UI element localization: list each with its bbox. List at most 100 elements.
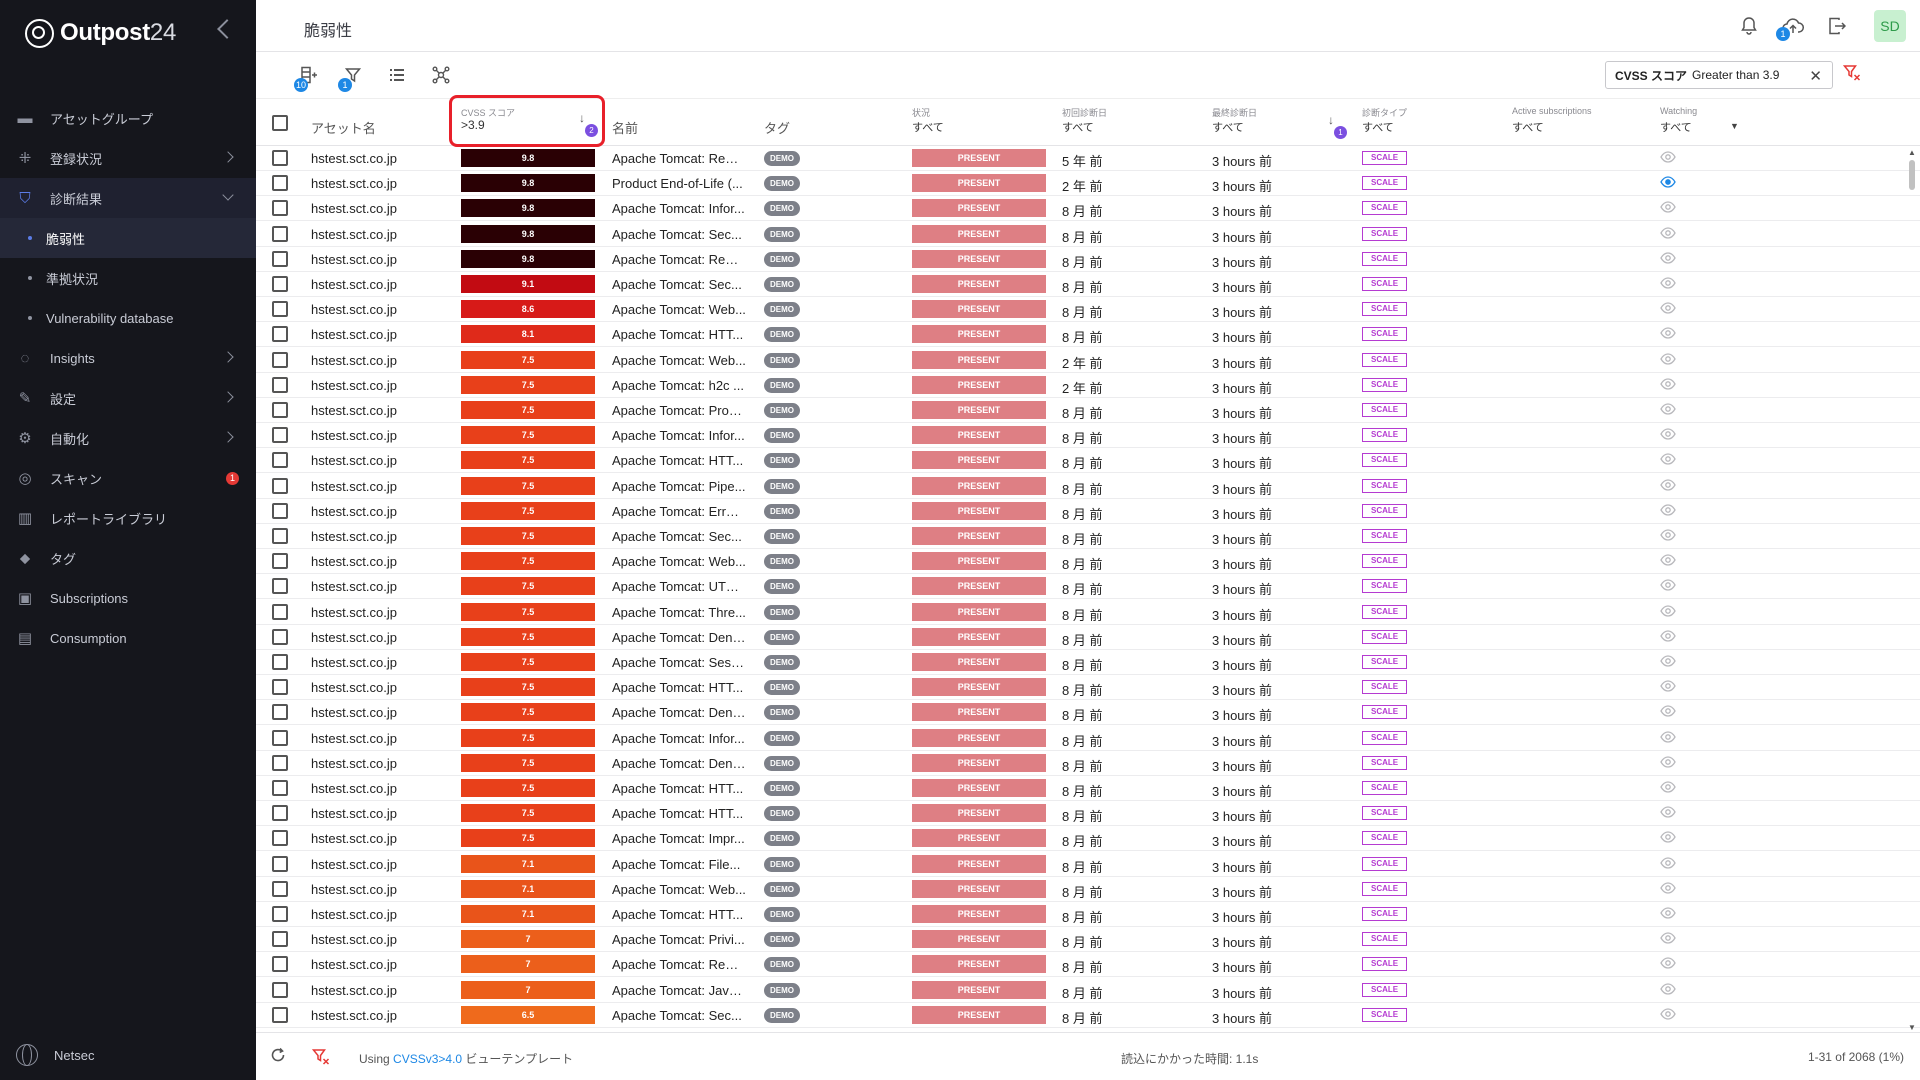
vulnerability-name[interactable]: Apache Tomcat: Deni... [612, 705, 746, 720]
vulnerability-name[interactable]: Apache Tomcat: Infor... [612, 201, 746, 216]
row-checkbox[interactable] [272, 553, 288, 570]
watch-eye-icon[interactable] [1660, 453, 1676, 466]
tag-chip[interactable]: DEMO [764, 403, 800, 418]
row-checkbox[interactable] [272, 326, 288, 343]
sidebar-item-12[interactable]: ▣ Subscriptions [0, 578, 256, 618]
column-status[interactable]: 状況 すべて [912, 99, 1052, 147]
sidebar-item-11[interactable]: ⬥ タグ [0, 538, 256, 578]
column-asset[interactable]: アセット名 [311, 99, 451, 147]
tag-chip[interactable]: DEMO [764, 302, 800, 318]
tag-chip[interactable]: DEMO [764, 831, 800, 847]
tag-chip[interactable]: DEMO [764, 932, 800, 948]
asset-name[interactable]: hstest.sct.co.jp [311, 353, 397, 368]
table-row[interactable]: hstest.sct.co.jp 7.5 Apache Tomcat: HTT...… [256, 776, 1920, 801]
upload-button[interactable]: 1 [1776, 15, 1804, 41]
asset-name[interactable]: hstest.sct.co.jp [311, 554, 397, 569]
table-row[interactable]: hstest.sct.co.jp 6.5 Apache Tomcat: Sec...… [256, 1003, 1920, 1028]
vulnerability-name[interactable]: Apache Tomcat: UTF-... [612, 579, 746, 594]
table-row[interactable]: hstest.sct.co.jp 7.5 Apache Tomcat: Infor.… [256, 423, 1920, 449]
scroll-down-icon[interactable]: ▼ [1908, 1023, 1916, 1032]
asset-name[interactable]: hstest.sct.co.jp [311, 756, 397, 771]
table-row[interactable]: hstest.sct.co.jp 9.8 Apache Tomcat: Rem...… [256, 247, 1920, 272]
row-checkbox[interactable] [272, 754, 288, 771]
watch-eye-icon[interactable] [1660, 277, 1676, 289]
sidebar-item-6[interactable]: ◌ Insights [0, 338, 256, 378]
watch-eye-icon[interactable] [1660, 1008, 1676, 1020]
tag-chip[interactable]: DEMO [764, 579, 800, 595]
status-filter-value[interactable]: すべて [912, 119, 944, 135]
watch-eye-icon[interactable] [1660, 252, 1676, 264]
vulnerability-name[interactable]: Apache Tomcat: HTT... [612, 806, 746, 821]
asset-name[interactable]: hstest.sct.co.jp [311, 479, 397, 494]
vulnerability-name[interactable]: Apache Tomcat: Web... [612, 554, 746, 569]
table-row[interactable]: hstest.sct.co.jp 9.1 Apache Tomcat: Sec...… [256, 272, 1920, 297]
tag-chip[interactable]: DEMO [764, 529, 800, 544]
tag-chip[interactable]: DEMO [764, 1007, 800, 1023]
table-row[interactable]: hstest.sct.co.jp 7.5 Apache Tomcat: Web...… [256, 348, 1920, 373]
column-cvss[interactable]: CVSS スコア >3.9 ↓ 2 [461, 99, 601, 147]
vulnerability-name[interactable]: Apache Tomcat: Sec... [612, 529, 746, 544]
vulnerability-name[interactable]: Apache Tomcat: HTT... [612, 680, 746, 695]
watch-eye-icon[interactable] [1660, 352, 1676, 365]
tag-chip[interactable]: DEMO [764, 856, 800, 872]
column-active-subscriptions[interactable]: Active subscriptions すべて [1512, 99, 1652, 147]
tag-chip[interactable]: DEMO [764, 327, 800, 343]
view-template-link[interactable]: CVSSv3>4.0 [393, 1052, 462, 1066]
asset-name[interactable]: hstest.sct.co.jp [311, 806, 397, 821]
watch-eye-icon[interactable] [1660, 201, 1676, 214]
row-checkbox[interactable] [272, 956, 288, 973]
sidebar-item-3[interactable]: 脆弱性 [0, 218, 256, 258]
vulnerability-name[interactable]: Apache Tomcat: Web... [612, 882, 746, 897]
tag-chip[interactable]: DEMO [764, 907, 800, 922]
vulnerability-name[interactable]: Apache Tomcat: Web... [612, 302, 746, 317]
table-row[interactable]: hstest.sct.co.jp 9.8 Apache Tomcat: Sec...… [256, 222, 1920, 247]
vulnerability-name[interactable]: Apache Tomcat: Thre... [612, 605, 746, 620]
watch-eye-icon[interactable] [1660, 378, 1676, 390]
row-checkbox[interactable] [272, 654, 288, 670]
row-checkbox[interactable] [272, 402, 288, 418]
tag-chip[interactable]: DEMO [764, 730, 800, 746]
sidebar-item-13[interactable]: ▤ Consumption [0, 618, 256, 658]
vulnerability-name[interactable]: Apache Tomcat: HTT... [612, 907, 746, 922]
row-checkbox[interactable] [272, 805, 288, 822]
asset-name[interactable]: hstest.sct.co.jp [311, 781, 397, 796]
cvss-filter-value[interactable]: >3.9 [461, 118, 485, 132]
watch-eye-icon[interactable] [1660, 151, 1676, 163]
watch-eye-icon[interactable] [1660, 932, 1676, 944]
row-checkbox[interactable] [272, 301, 288, 318]
asset-name[interactable]: hstest.sct.co.jp [311, 932, 397, 947]
asset-name[interactable]: hstest.sct.co.jp [311, 605, 397, 620]
asset-name[interactable]: hstest.sct.co.jp [311, 907, 397, 922]
row-checkbox[interactable] [272, 704, 288, 721]
collapse-sidebar-button[interactable] [217, 19, 237, 39]
table-row[interactable]: hstest.sct.co.jp 7.1 Apache Tomcat: HTT...… [256, 902, 1920, 927]
asset-name[interactable]: hstest.sct.co.jp [311, 983, 397, 998]
table-row[interactable]: hstest.sct.co.jp 8.1 Apache Tomcat: HTT...… [256, 322, 1920, 348]
watch-eye-icon[interactable] [1660, 831, 1676, 844]
tag-chip[interactable]: DEMO [764, 251, 800, 267]
table-row[interactable]: hstest.sct.co.jp 7.5 Apache Tomcat: UTF-..… [256, 574, 1920, 600]
watch-eye-icon[interactable] [1660, 504, 1676, 516]
row-checkbox[interactable] [272, 528, 288, 544]
asset-name[interactable]: hstest.sct.co.jp [311, 428, 397, 443]
row-checkbox[interactable] [272, 351, 288, 368]
asset-name[interactable]: hstest.sct.co.jp [311, 277, 397, 292]
column-first-seen[interactable]: 初回診断日 すべて [1062, 99, 1202, 147]
clear-filters-button[interactable] [1842, 64, 1861, 86]
asset-name[interactable]: hstest.sct.co.jp [311, 579, 397, 594]
watch-eye-icon[interactable] [1660, 604, 1676, 617]
add-column-button[interactable]: 10 [294, 62, 322, 92]
row-checkbox[interactable] [272, 628, 288, 645]
row-checkbox[interactable] [272, 931, 288, 948]
column-tag[interactable]: タグ [764, 99, 904, 147]
row-checkbox[interactable] [272, 679, 288, 696]
row-checkbox[interactable] [272, 880, 288, 897]
asset-name[interactable]: hstest.sct.co.jp [311, 882, 397, 897]
scroll-up-icon[interactable]: ▲ [1908, 148, 1916, 157]
vulnerability-name[interactable]: Apache Tomcat: Infor... [612, 428, 746, 443]
column-scan-type[interactable]: 診断タイプ すべて [1362, 99, 1502, 147]
sort-desc-icon[interactable]: ↓ [1328, 113, 1334, 127]
table-row[interactable]: hstest.sct.co.jp 7.5 Apache Tomcat: Sess..… [256, 650, 1920, 675]
tag-chip[interactable]: DEMO [764, 277, 800, 292]
list-view-button[interactable] [384, 62, 410, 88]
